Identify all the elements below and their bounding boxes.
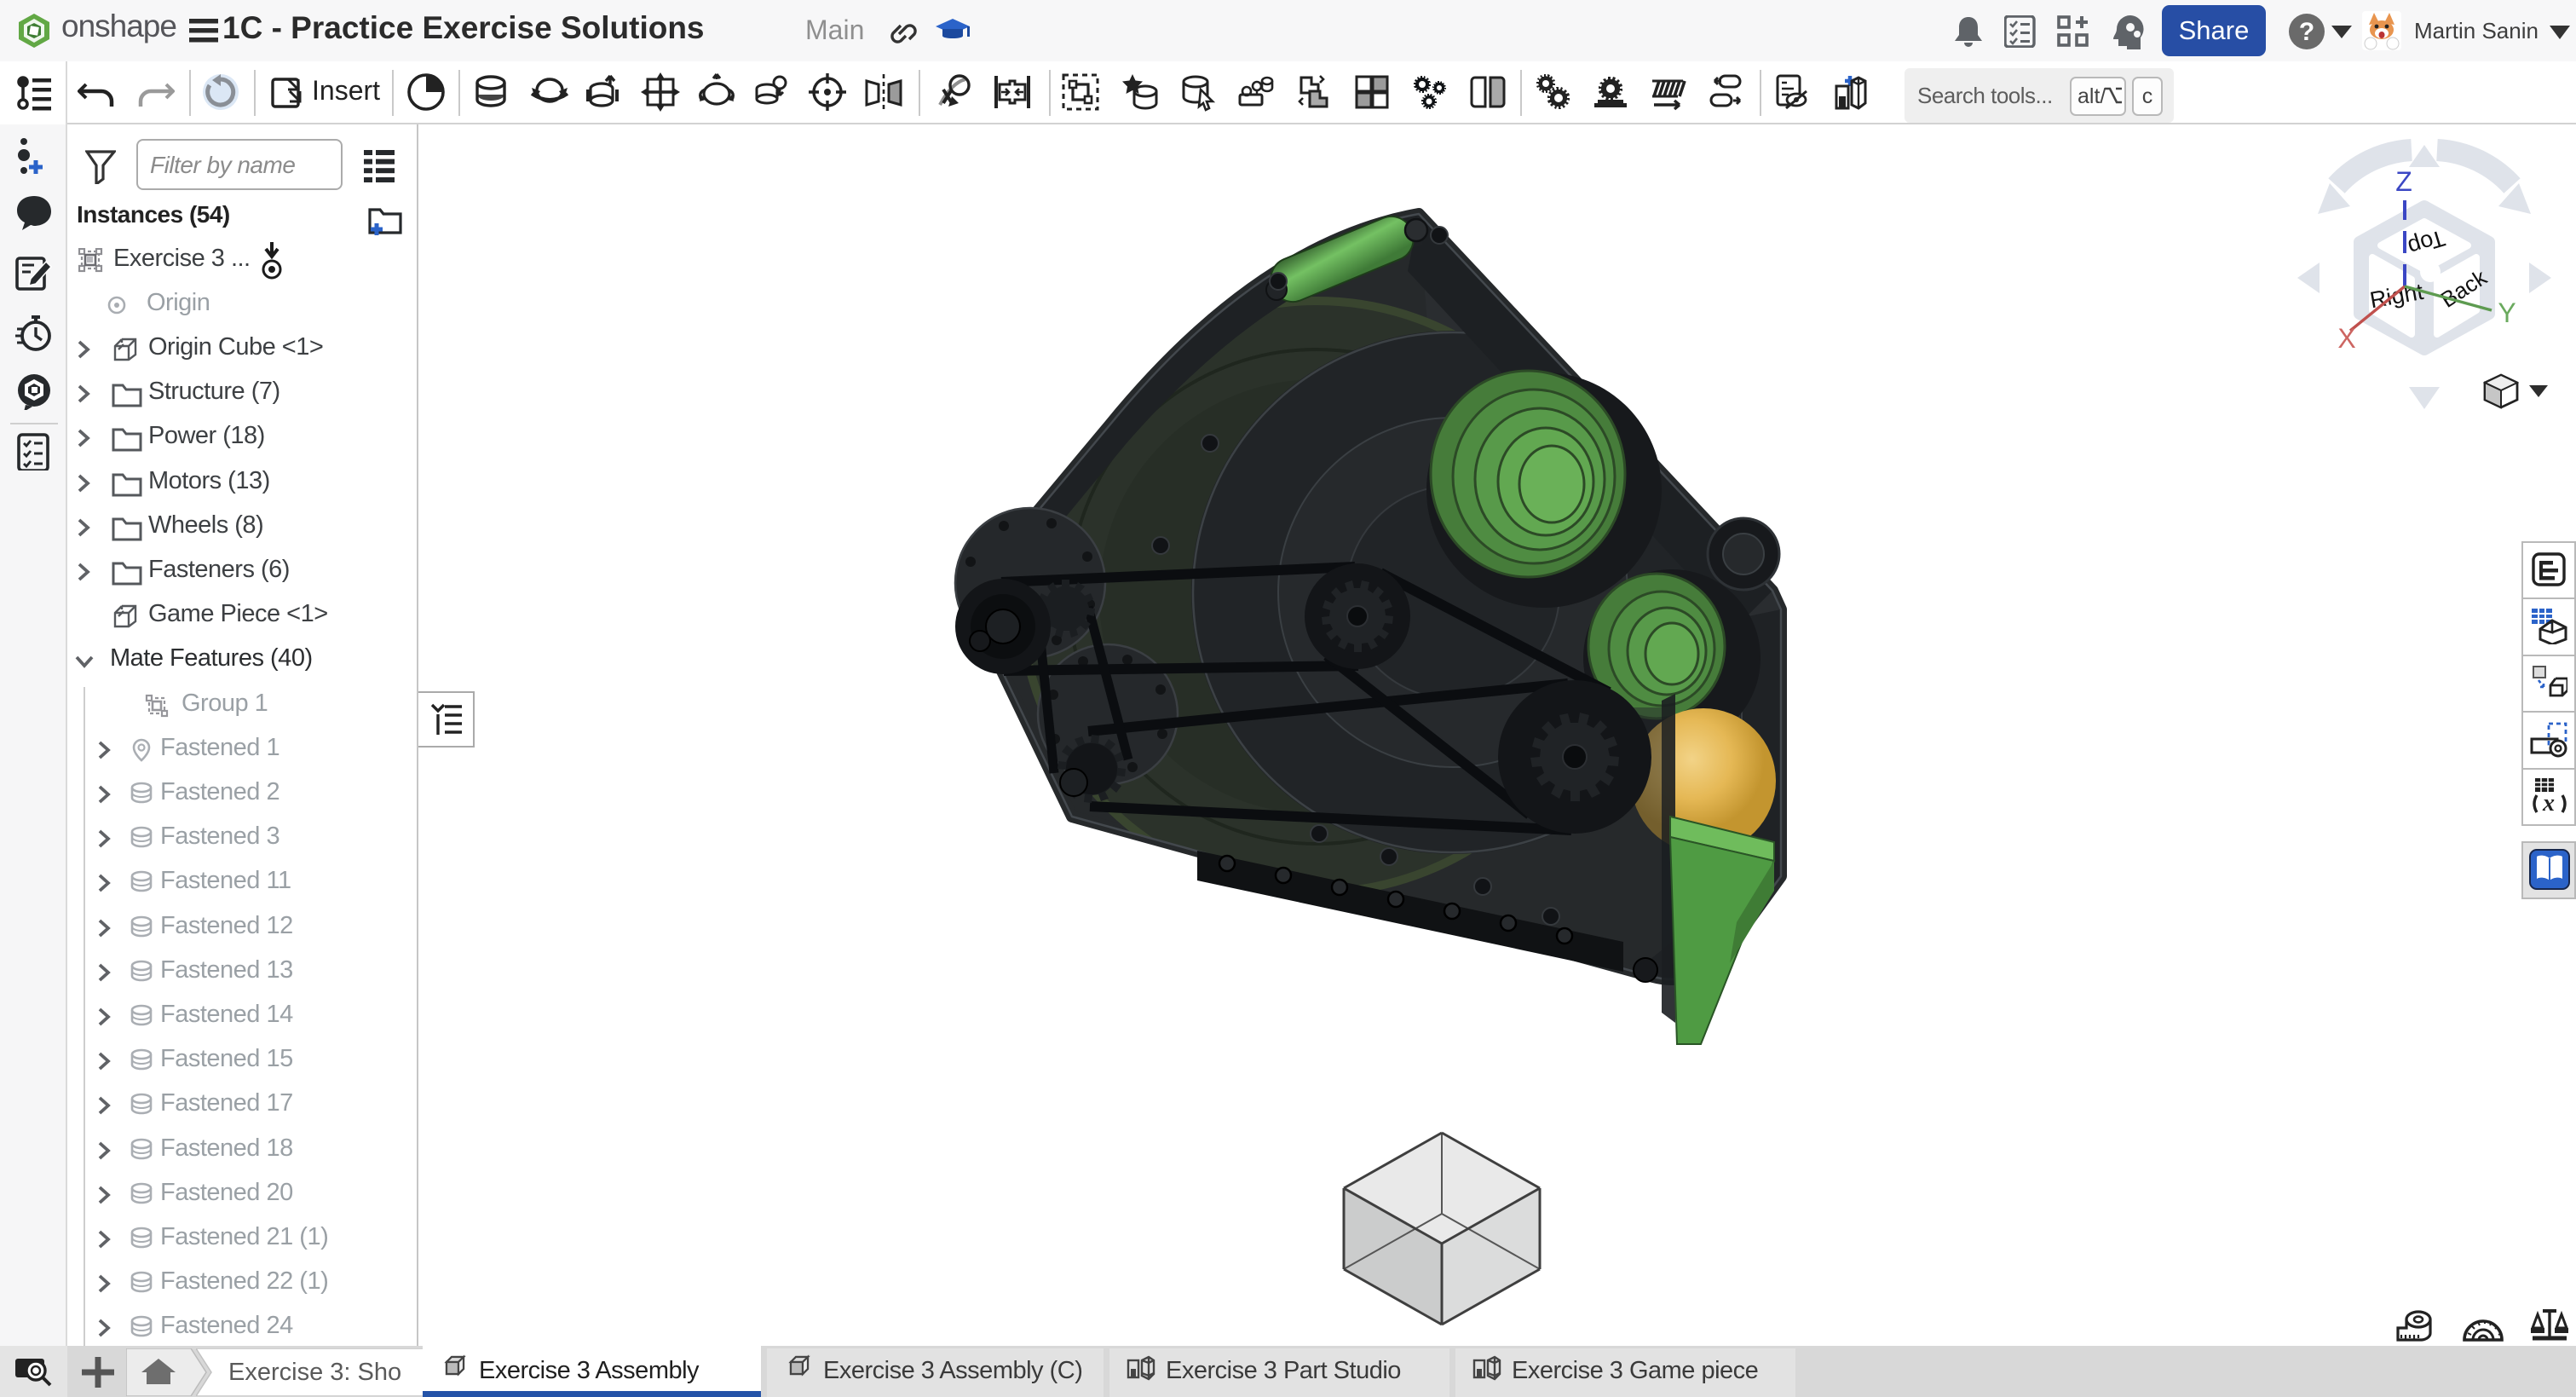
svg-text:?: ? [2299, 18, 2314, 46]
svg-text:Z: Z [2395, 166, 2412, 197]
svg-text:x: x [2542, 790, 2555, 814]
svg-text:Y: Y [2498, 297, 2515, 328]
svg-text:X: X [2337, 323, 2355, 354]
